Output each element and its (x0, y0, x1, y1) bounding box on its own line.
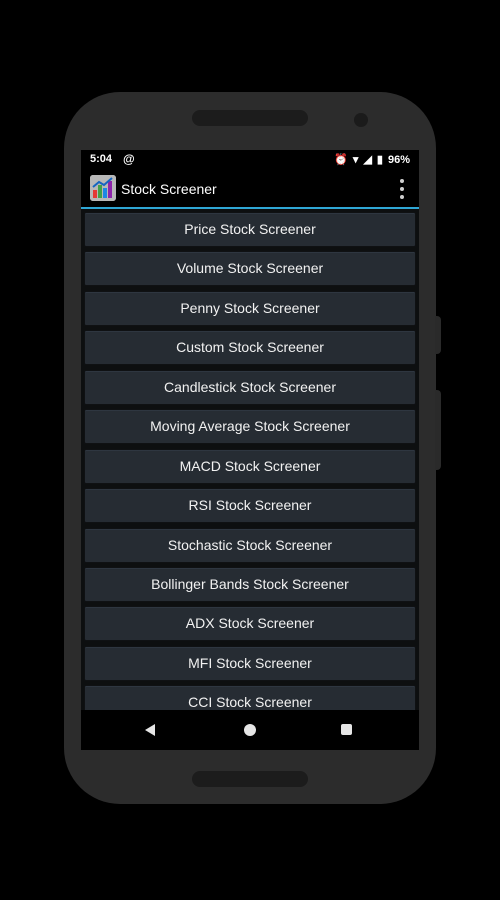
status-icons: ⏰ ▾ ◢ ▮ 96% (334, 153, 410, 167)
status-time: 5:04 (90, 153, 113, 165)
overflow-menu-icon[interactable] (399, 179, 405, 199)
moving-average-screener-button[interactable]: Moving Average Stock Screener (84, 409, 416, 444)
cci-screener-button[interactable]: CCI Stock Screener (84, 685, 416, 710)
recents-icon[interactable] (341, 724, 352, 735)
screen: 5:04 @ ⏰ ▾ ◢ ▮ 96% Stock Screener Price (81, 150, 419, 750)
bottom-speaker (192, 771, 308, 787)
signal-icon: ◢ (363, 154, 372, 166)
price-screener-button[interactable]: Price Stock Screener (84, 212, 416, 247)
navigation-bar (81, 710, 419, 750)
custom-screener-button[interactable]: Custom Stock Screener (84, 330, 416, 365)
battery-percent: 96% (387, 153, 410, 166)
stochastic-screener-button[interactable]: Stochastic Stock Screener (84, 528, 416, 563)
wifi-icon: ▾ (352, 154, 359, 166)
rsi-screener-button[interactable]: RSI Stock Screener (84, 488, 416, 523)
at-icon: @ (123, 152, 135, 166)
mfi-screener-button[interactable]: MFI Stock Screener (84, 646, 416, 681)
volume-screener-button[interactable]: Volume Stock Screener (84, 251, 416, 286)
bollinger-screener-button[interactable]: Bollinger Bands Stock Screener (84, 567, 416, 602)
battery-icon: ▮ (376, 154, 383, 166)
status-bar: 5:04 @ ⏰ ▾ ◢ ▮ 96% (81, 150, 419, 169)
power-button (435, 390, 441, 470)
candlestick-screener-button[interactable]: Candlestick Stock Screener (84, 370, 416, 405)
penny-screener-button[interactable]: Penny Stock Screener (84, 291, 416, 326)
app-bar: Stock Screener (81, 169, 419, 209)
screener-list[interactable]: Price Stock Screener Volume Stock Screen… (81, 209, 419, 710)
earpiece-speaker (192, 110, 308, 126)
app-title: Stock Screener (121, 181, 217, 197)
volume-button (435, 316, 441, 354)
adx-screener-button[interactable]: ADX Stock Screener (84, 606, 416, 641)
alarm-icon: ⏰ (334, 154, 348, 166)
app-logo-icon (90, 175, 116, 201)
macd-screener-button[interactable]: MACD Stock Screener (84, 449, 416, 484)
back-icon[interactable] (145, 724, 155, 736)
home-icon[interactable] (244, 724, 256, 736)
front-camera (354, 113, 368, 127)
